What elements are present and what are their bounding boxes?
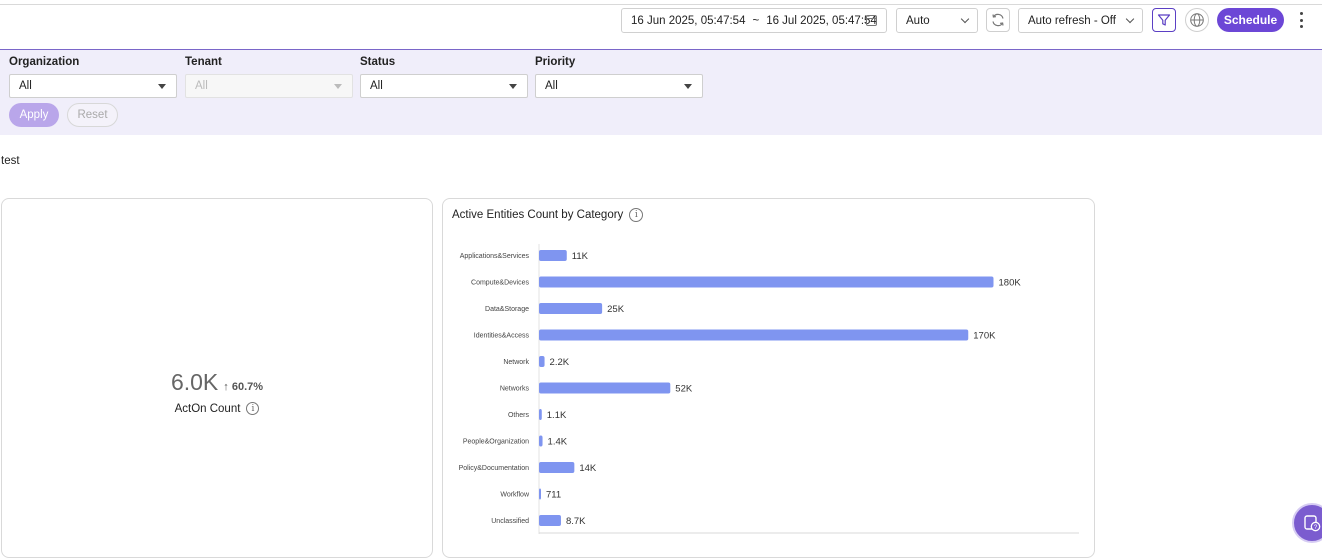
- granularity-value: Auto: [906, 14, 930, 27]
- filter-panel: Organization All Tenant All Status All P…: [0, 49, 1322, 135]
- bar[interactable]: [539, 329, 969, 341]
- bar[interactable]: [539, 382, 671, 394]
- category-label: Networks: [500, 386, 530, 393]
- apply-button[interactable]: Apply: [9, 103, 59, 127]
- tenant-filter: Tenant All: [185, 56, 353, 98]
- category-label: Data&Storage: [485, 306, 529, 313]
- more-vertical-icon[interactable]: [1297, 12, 1305, 28]
- bar-value-label: 1.4K: [548, 437, 568, 448]
- bar[interactable]: [539, 515, 561, 526]
- bar-value-label: 180K: [999, 278, 1022, 289]
- priority-label: Priority: [535, 56, 576, 68]
- chevron-down-icon: [1125, 14, 1135, 24]
- category-label: Policy&Documentation: [459, 465, 530, 472]
- category-label: Applications&Services: [460, 253, 530, 260]
- organization-select[interactable]: All: [9, 74, 177, 98]
- status-select[interactable]: All: [360, 74, 528, 98]
- bar-value-label: 170K: [973, 331, 996, 342]
- bar-value-label: 25K: [607, 304, 625, 315]
- priority-filter: Priority All: [535, 56, 703, 98]
- status-value: All: [370, 80, 383, 92]
- bar-value-label: 8.7K: [566, 516, 586, 527]
- kpi-value-row: 6.0K ↑ 60.7%: [2, 369, 432, 396]
- caret-down-icon: [158, 84, 166, 89]
- filter-icon: [1157, 14, 1171, 26]
- category-label: Compute&Devices: [471, 280, 529, 287]
- organization-value: All: [19, 80, 32, 92]
- priority-value: All: [545, 80, 558, 92]
- chevron-down-icon: [960, 14, 970, 24]
- bar-value-label: 14K: [579, 463, 597, 474]
- bar-value-label: 711: [546, 490, 561, 501]
- kpi-value: 6.0K: [170, 369, 219, 395]
- top-divider: [0, 4, 1322, 5]
- date-to: 16 Jul 2025, 05:47:54: [766, 14, 877, 27]
- priority-select[interactable]: All: [535, 74, 703, 98]
- bar[interactable]: [539, 356, 545, 367]
- bar[interactable]: [539, 303, 603, 314]
- category-label: Identities&Access: [474, 333, 530, 340]
- globe-icon: [1190, 13, 1204, 27]
- category-label: People&Organization: [463, 439, 529, 446]
- bar[interactable]: [539, 276, 994, 288]
- bar-value-label: 1.1K: [547, 410, 567, 421]
- bar[interactable]: [539, 409, 542, 420]
- help-icon: ?: [1304, 515, 1321, 532]
- granularity-select[interactable]: Auto: [896, 8, 978, 33]
- timezone-button[interactable]: [1185, 8, 1209, 32]
- kpi-delta: ↑ 60.7%: [223, 381, 263, 393]
- schedule-button[interactable]: Schedule: [1217, 8, 1284, 32]
- caret-down-icon: [509, 84, 517, 89]
- reset-button[interactable]: Reset: [67, 103, 118, 127]
- tenant-label: Tenant: [185, 56, 222, 68]
- status-label: Status: [360, 56, 396, 68]
- dashboard-title: test: [1, 155, 20, 167]
- date-separator: ~: [752, 14, 760, 27]
- bar[interactable]: [539, 250, 567, 261]
- category-label: Network: [503, 359, 529, 366]
- bar-value-label: 11K: [572, 251, 589, 262]
- organization-filter: Organization All: [9, 56, 177, 98]
- category-label: Workflow: [500, 492, 530, 499]
- bar-chart: Applications&Services 11K Compute&Devices 1…: [459, 244, 1079, 534]
- toolbar: 16 Jun 2025, 05:47:54 ~ 16 Jul 2025, 05:…: [0, 8, 1322, 34]
- kpi-label-row: ActOn Count i: [2, 402, 432, 415]
- bar-chart-card: Active Entities Count by Category i Appl…: [442, 198, 1095, 558]
- kpi-delta-value: 60.7%: [231, 381, 264, 393]
- status-filter: Status All: [360, 56, 528, 98]
- bar-value-label: 52K: [675, 384, 693, 395]
- kpi-label: ActOn Count: [174, 402, 241, 415]
- bar-value-label: 2.2K: [550, 357, 570, 368]
- refresh-icon: [992, 13, 1004, 27]
- filter-toggle-button[interactable]: [1152, 8, 1176, 32]
- info-icon[interactable]: i: [246, 402, 260, 415]
- kpi-card: 6.0K ↑ 60.7% ActOn Count i: [1, 198, 433, 558]
- caret-down-icon: [684, 84, 692, 89]
- category-label: Unclassified: [491, 518, 529, 525]
- tenant-select: All: [185, 74, 353, 98]
- auto-refresh-value: Auto refresh - Off: [1028, 14, 1116, 27]
- calendar-icon: [866, 15, 877, 26]
- arrow-up-icon: ↑: [223, 381, 229, 393]
- auto-refresh-select[interactable]: Auto refresh - Off: [1018, 8, 1143, 33]
- category-label: Others: [508, 412, 530, 419]
- date-range-picker[interactable]: 16 Jun 2025, 05:47:54 ~ 16 Jul 2025, 05:…: [621, 8, 887, 33]
- bar[interactable]: [539, 462, 575, 473]
- refresh-button[interactable]: [986, 8, 1010, 32]
- date-from: 16 Jun 2025, 05:47:54: [631, 14, 746, 27]
- help-button[interactable]: ?: [1292, 503, 1322, 543]
- caret-down-icon: [334, 84, 342, 89]
- bar[interactable]: [539, 488, 541, 500]
- organization-label: Organization: [9, 56, 80, 68]
- bar[interactable]: [539, 435, 543, 447]
- tenant-value: All: [195, 80, 208, 92]
